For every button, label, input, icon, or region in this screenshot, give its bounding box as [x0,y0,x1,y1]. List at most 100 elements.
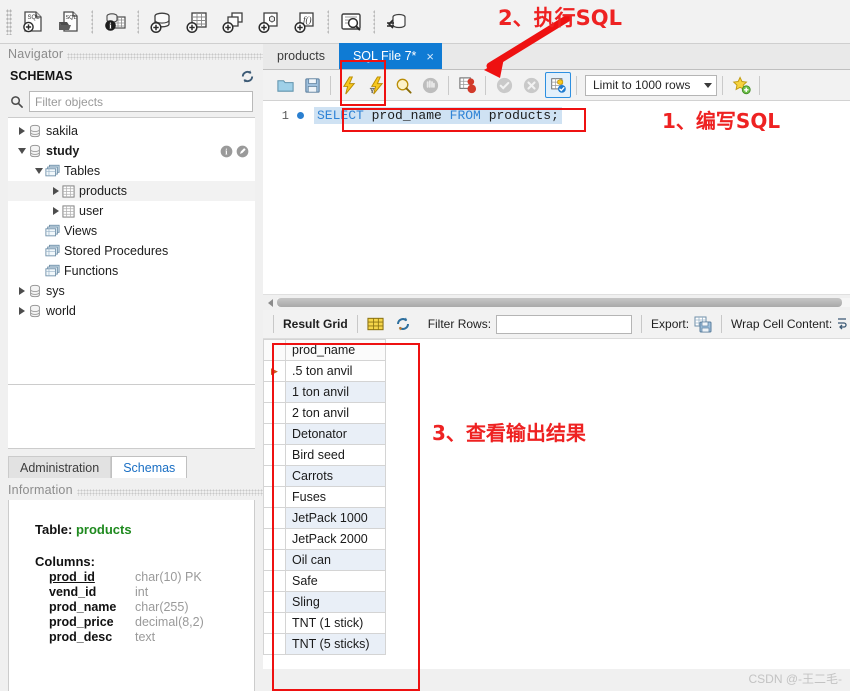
table-cell[interactable]: 1 ton anvil [285,381,386,403]
table-row[interactable]: 2 ton anvil [263,402,386,424]
row-limit-dropdown[interactable]: Limit to 1000 rows [585,74,717,96]
chevron-right-icon[interactable] [50,185,62,197]
editor-tab-products[interactable]: products [263,43,339,69]
table-row[interactable]: Fuses [263,486,386,508]
row-marker-cell[interactable] [263,570,286,592]
info-icon[interactable]: i [220,145,233,158]
tree-item-sys[interactable]: sys [8,281,255,301]
row-marker-cell[interactable] [263,381,286,403]
row-marker-cell[interactable] [263,528,286,550]
server-status-info-icon[interactable]: i [98,5,132,39]
table-cell[interactable]: Fuses [285,486,386,508]
export-icon[interactable] [694,316,712,333]
create-stored-procedure-icon[interactable] [252,5,286,39]
table-row[interactable]: Carrots [263,465,386,487]
chevron-down-icon[interactable] [704,82,712,88]
row-marker-cell[interactable] [263,444,286,466]
wrap-cell-content-label: Wrap Cell Content: [731,317,833,331]
chevron-right-icon[interactable] [16,305,28,317]
column-header[interactable]: prod_name [285,339,386,361]
table-cell[interactable]: Safe [285,570,386,592]
open-sql-script-icon[interactable]: SQL [52,5,86,39]
scrollbar-track[interactable] [277,298,850,307]
table-cell[interactable]: Detonator [285,423,386,445]
table-row[interactable]: Sling [263,591,386,613]
schema-tree[interactable]: sakila study i Tables products user Views Store… [8,117,255,385]
statement-marker-icon[interactable] [297,112,304,119]
tree-item-world[interactable]: world [8,301,255,321]
table-cell[interactable]: Bird seed [285,444,386,466]
table-row[interactable]: JetPack 2000 [263,528,386,550]
row-marker-cell[interactable] [263,423,286,445]
table-cell[interactable]: Sling [285,591,386,613]
grid-view-icon[interactable] [367,316,384,332]
tree-item-study[interactable]: study i [8,141,255,161]
row-marker-cell[interactable] [263,591,286,613]
save-script-icon[interactable] [299,72,325,98]
filter-rows-input[interactable] [496,314,633,334]
row-marker-cell[interactable] [263,612,286,634]
tree-item-actions[interactable]: i [220,145,249,158]
tree-item-stored-procedures[interactable]: Stored Procedures [8,241,255,261]
refresh-icon[interactable] [395,316,411,332]
table-cell[interactable]: TNT (5 sticks) [285,633,386,655]
create-view-icon[interactable] [216,5,250,39]
chevron-right-icon[interactable] [16,125,28,137]
row-marker-cell[interactable] [263,465,286,487]
row-marker-cell[interactable] [263,549,286,571]
sql-statement-text[interactable]: SELECT prod_name FROM products; [314,107,562,124]
chevron-down-icon[interactable] [16,145,28,157]
row-marker-cell[interactable]: ▶ [263,360,286,382]
nav-tab-administration[interactable]: Administration [8,456,112,478]
tree-item-tables[interactable]: Tables [8,161,255,181]
tree-item-products[interactable]: products [8,181,255,201]
table-row[interactable]: TNT (1 stick) [263,612,386,634]
table-cell[interactable]: TNT (1 stick) [285,612,386,634]
row-marker-cell[interactable] [263,402,286,424]
tree-item-user[interactable]: user [8,201,255,221]
new-sql-tab-icon[interactable]: SQL [16,5,50,39]
nav-tab-schemas[interactable]: Schemas [111,456,188,478]
snippets-star-icon[interactable] [728,72,754,98]
table-cell[interactable]: Oil can [285,549,386,571]
toolbar-grip[interactable] [6,8,12,35]
table-row[interactable]: TNT (5 sticks) [263,633,386,655]
inspect-schema-icon[interactable] [334,5,368,39]
scrollbar-thumb[interactable] [277,298,842,307]
open-script-icon[interactable] [272,72,298,98]
toolbar-separator [273,315,274,333]
chevron-down-icon[interactable] [33,165,45,177]
scroll-left-arrow-icon[interactable] [263,299,277,307]
result-table[interactable]: prod_name ▶ .5 ton anvil 1 ton anvil 2 ton … [263,339,386,655]
result-grid[interactable]: prod_name ▶ .5 ton anvil 1 ton anvil 2 ton … [263,339,850,669]
filter-objects-input[interactable] [29,91,253,112]
table-cell[interactable]: .5 ton anvil [285,360,386,382]
table-cell[interactable]: JetPack 2000 [285,528,386,550]
tree-item-functions[interactable]: Functions [8,261,255,281]
wrap-icon[interactable] [837,316,847,332]
row-marker-cell[interactable] [263,507,286,529]
table-row[interactable]: Safe [263,570,386,592]
table-row[interactable]: JetPack 1000 [263,507,386,529]
refresh-icon[interactable] [240,69,255,84]
tree-item-sakila[interactable]: sakila [8,121,255,141]
table-row[interactable]: Bird seed [263,444,386,466]
create-table-icon[interactable] [180,5,214,39]
row-marker-cell[interactable] [263,633,286,655]
table-row[interactable]: Oil can [263,549,386,571]
editor-horizontal-scrollbar[interactable] [263,294,850,310]
chevron-right-icon[interactable] [50,205,62,217]
table-row[interactable]: 1 ton anvil [263,381,386,403]
execute-statement-icon[interactable] [336,72,362,98]
table-cell[interactable]: JetPack 1000 [285,507,386,529]
table-cell[interactable]: Carrots [285,465,386,487]
row-marker-cell[interactable] [263,486,286,508]
table-row[interactable]: ▶ .5 ton anvil [263,360,386,382]
table-cell[interactable]: 2 ton anvil [285,402,386,424]
create-schema-icon[interactable] [144,5,178,39]
table-row[interactable]: Detonator [263,423,386,445]
edit-icon[interactable] [236,145,249,158]
tree-item-views[interactable]: Views [8,221,255,241]
chevron-right-icon[interactable] [16,285,28,297]
create-function-icon[interactable]: f() [288,5,322,39]
